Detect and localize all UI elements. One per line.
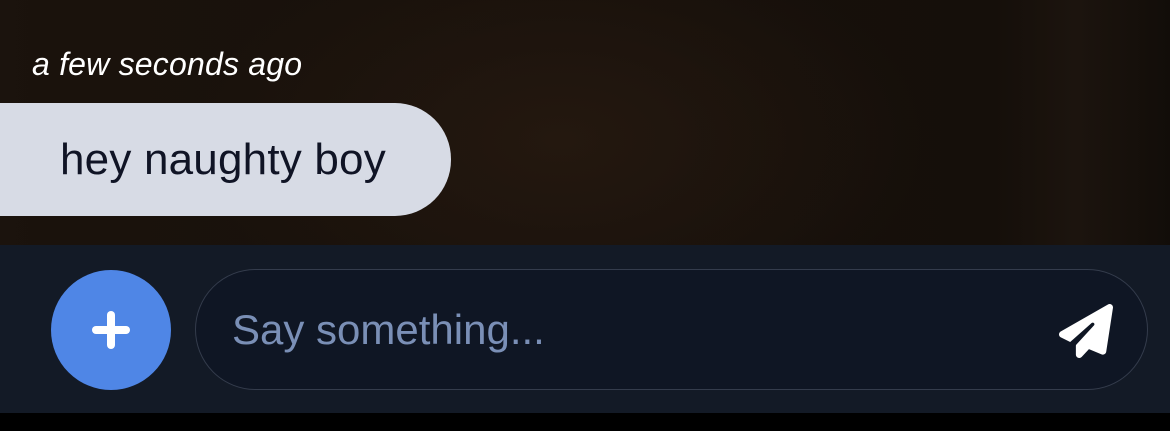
bottom-edge [0, 413, 1170, 431]
message-composer [0, 245, 1170, 413]
plus-icon [92, 311, 130, 349]
message-timestamp: a few seconds ago [32, 46, 303, 82]
send-button[interactable] [1056, 301, 1116, 361]
paper-plane-icon [1059, 304, 1113, 358]
message-input[interactable] [195, 269, 1148, 390]
message-list: a few seconds ago hey naughty boy [0, 0, 1170, 245]
chat-screen: a few seconds ago hey naughty boy [0, 0, 1170, 431]
message-bubble: hey naughty boy [0, 103, 451, 216]
add-attachment-button[interactable] [51, 270, 171, 390]
message-text: hey naughty boy [60, 134, 386, 184]
